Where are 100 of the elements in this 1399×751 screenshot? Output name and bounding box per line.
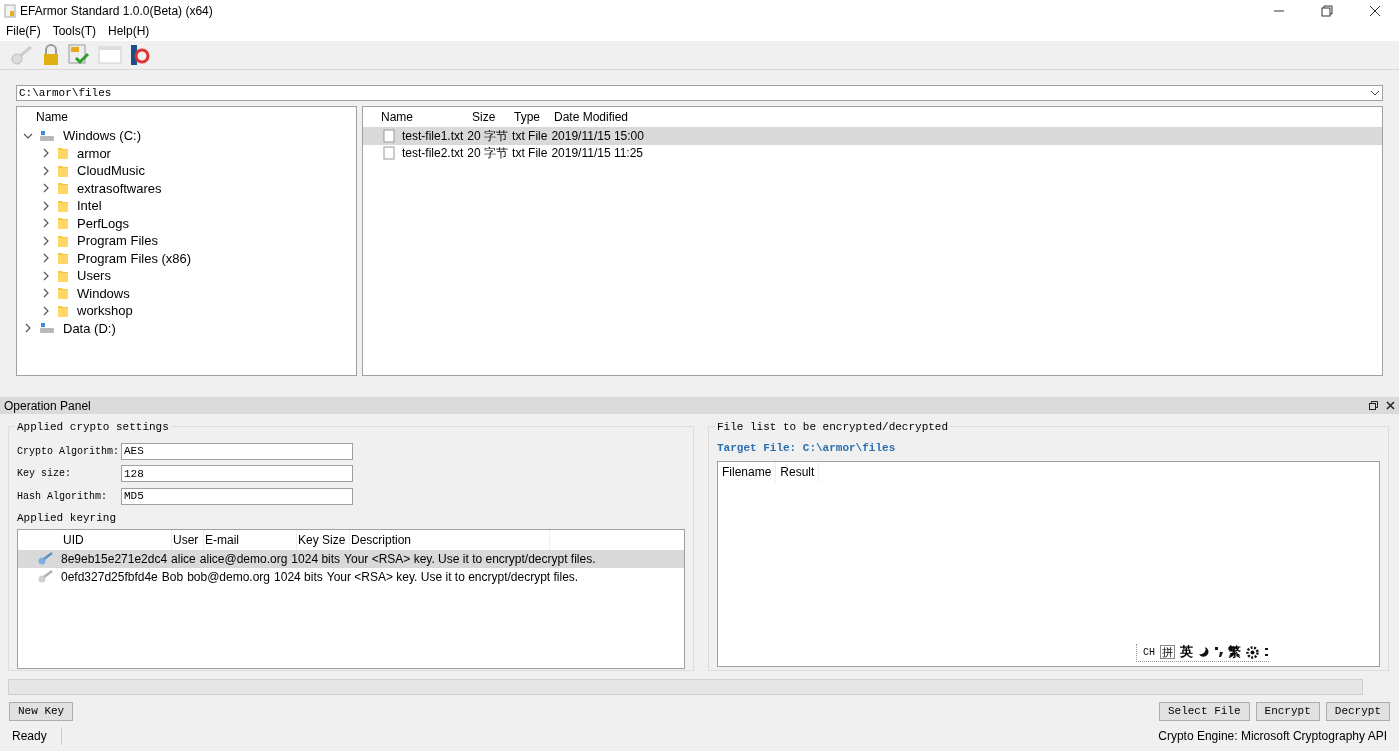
path-field[interactable]: C:\armor\files — [16, 85, 1383, 101]
folder-icon — [57, 233, 69, 248]
chevron-right-icon[interactable] — [41, 183, 51, 194]
panel-title: Operation Panel — [4, 397, 91, 415]
chevron-right-icon[interactable] — [41, 148, 51, 159]
folder-icon — [57, 286, 69, 301]
file-row[interactable]: test-file1.txt 20 字节 txt File 2019/11/15 15:00 — [363, 127, 1382, 145]
restore-icon[interactable] — [1321, 4, 1333, 17]
text-field[interactable]: MD5 — [121, 487, 353, 505]
field-label: Hash Algorithm: — [17, 489, 108, 504]
table-cell-text: 2019/11/15 11:25 — [551, 145, 645, 163]
key-icon — [37, 570, 55, 584]
tree-item[interactable]: workshop — [77, 301, 133, 321]
tree-item[interactable]: armor — [77, 143, 111, 163]
chevron-right-icon[interactable] — [41, 305, 51, 316]
document-icon — [383, 146, 395, 161]
button[interactable]: Select File — [1158, 702, 1250, 721]
column-header[interactable]: Name — [381, 108, 472, 126]
table-cell-text: 1024 bits — [291, 551, 342, 568]
chevron-right-icon[interactable] — [41, 218, 51, 229]
drive-icon — [39, 129, 55, 142]
folder-icon — [57, 216, 69, 231]
folder-icon — [57, 303, 69, 318]
status-text: Crypto Engine: Microsoft Cryptography API — [1158, 728, 1387, 745]
window-title: EFArmor Standard 1.0.0(Beta) (x64) — [20, 2, 213, 20]
ime-mode[interactable]: 英 — [1180, 642, 1193, 662]
table-cell-text: Bob — [161, 569, 185, 586]
text-field[interactable]: 128 — [121, 465, 353, 483]
table-cell-text: 8e9eb15e271e2dc4 — [61, 551, 169, 568]
chevron-right-icon[interactable] — [41, 270, 51, 281]
tree-item[interactable]: PerfLogs — [77, 213, 130, 233]
folder-icon — [57, 198, 69, 213]
column-header[interactable]: Size — [472, 108, 514, 126]
chevron-right-icon[interactable] — [41, 288, 51, 299]
settings-icon[interactable] — [1246, 645, 1259, 659]
chevron-right-icon[interactable] — [23, 323, 33, 334]
tree-item[interactable]: Intel — [77, 196, 102, 216]
table-cell-text: 20 字节 — [467, 127, 510, 145]
lifebuoy-icon[interactable] — [130, 44, 150, 66]
field-label: Crypto Algorithm: — [17, 444, 121, 459]
table-cell-text: 20 字节 — [467, 145, 510, 163]
chevron-right-icon[interactable] — [41, 253, 51, 264]
close-icon[interactable] — [1369, 4, 1381, 17]
float-icon[interactable] — [1369, 401, 1378, 410]
menu-item[interactable]: Help(H) — [108, 22, 150, 40]
menu-item[interactable]: File(F) — [6, 22, 41, 40]
column-header[interactable]: Filename — [718, 461, 777, 482]
checklist-icon[interactable] — [68, 44, 90, 66]
table-cell-text: txt File — [512, 145, 549, 163]
target-file-label: Target File: C:\armor\files — [717, 441, 897, 456]
folder-icon — [57, 163, 69, 178]
folder-icon — [57, 146, 69, 161]
chevron-right-icon[interactable] — [41, 200, 51, 211]
column-header[interactable]: Date Modified — [554, 108, 654, 126]
folder-icon — [57, 181, 69, 196]
chevron-right-icon[interactable] — [41, 235, 51, 246]
table-cell-text: 1024 bits — [274, 569, 324, 586]
document-icon — [383, 128, 395, 143]
table-cell-text: Your <RSA> key. Use it to encrypt/decrypt files. — [326, 569, 580, 586]
column-header[interactable]: Name — [36, 108, 68, 126]
drive-icon — [39, 322, 55, 335]
tree-item[interactable]: CloudMusic — [77, 161, 145, 181]
ime-mode[interactable]: 拼 — [1160, 645, 1175, 659]
button[interactable]: Decrypt — [1325, 702, 1390, 721]
status-text: Ready — [12, 727, 62, 745]
punctuation-icon[interactable] — [1214, 646, 1223, 658]
tree-item[interactable]: Windows (C:) — [63, 126, 141, 146]
table-cell-text: 2019/11/15 15:00 — [551, 127, 645, 145]
tree-item[interactable]: Data (D:) — [63, 318, 116, 338]
tree-item[interactable]: Program Files — [77, 231, 158, 251]
moon-icon[interactable] — [1198, 646, 1209, 658]
table-cell-text: bob@demo.org — [187, 569, 272, 586]
ime-mode[interactable]: CH — [1143, 644, 1155, 660]
dropdown-icon[interactable] — [1370, 89, 1380, 97]
table-cell-text: Your <RSA> key. Use it to encrypt/decrypt files. — [344, 551, 597, 568]
close-icon[interactable] — [1386, 401, 1395, 410]
table-cell-text: test-file2.txt — [402, 145, 465, 163]
key-icon — [37, 552, 55, 566]
column-header[interactable]: Type — [514, 108, 554, 126]
table-cell-text: txt File — [512, 127, 549, 145]
key-row[interactable]: 0efd327d25fbfd4e Bob bob@demo.org 1024 bits Your <RSA> key. Use it to encrypt/decrypt files. — [18, 568, 684, 586]
button[interactable]: New Key — [9, 702, 74, 721]
file-row[interactable]: test-file2.txt 20 字节 txt File 2019/11/15 11:25 — [363, 144, 1382, 162]
app-icon — [4, 3, 16, 18]
table-cell-text: alice@demo.org — [199, 551, 289, 568]
tree-item[interactable]: extrasoftwares — [77, 178, 162, 198]
menu-item[interactable]: Tools(T) — [52, 22, 96, 40]
tree-item[interactable]: Windows — [77, 283, 130, 303]
more-icon[interactable] — [1264, 647, 1269, 657]
table-cell-text: 0efd327d25fbfd4e — [61, 569, 159, 586]
ime-mode[interactable]: 繁 — [1228, 642, 1241, 662]
chevron-right-icon[interactable] — [41, 165, 51, 176]
text-field[interactable]: AES — [121, 442, 353, 460]
tree-item[interactable]: Program Files (x86) — [77, 248, 192, 268]
table-cell-text: alice — [171, 551, 197, 568]
table-cell-text: test-file1.txt — [402, 127, 465, 145]
column-header[interactable]: Result — [776, 461, 820, 482]
button[interactable]: Encrypt — [1255, 702, 1320, 721]
tree-item[interactable]: Users — [77, 266, 111, 286]
key-row[interactable]: 8e9eb15e271e2dc4 alice alice@demo.org 1024 bits Your <RSA> key. Use it to encrypt/decrypt files. — [18, 550, 684, 568]
